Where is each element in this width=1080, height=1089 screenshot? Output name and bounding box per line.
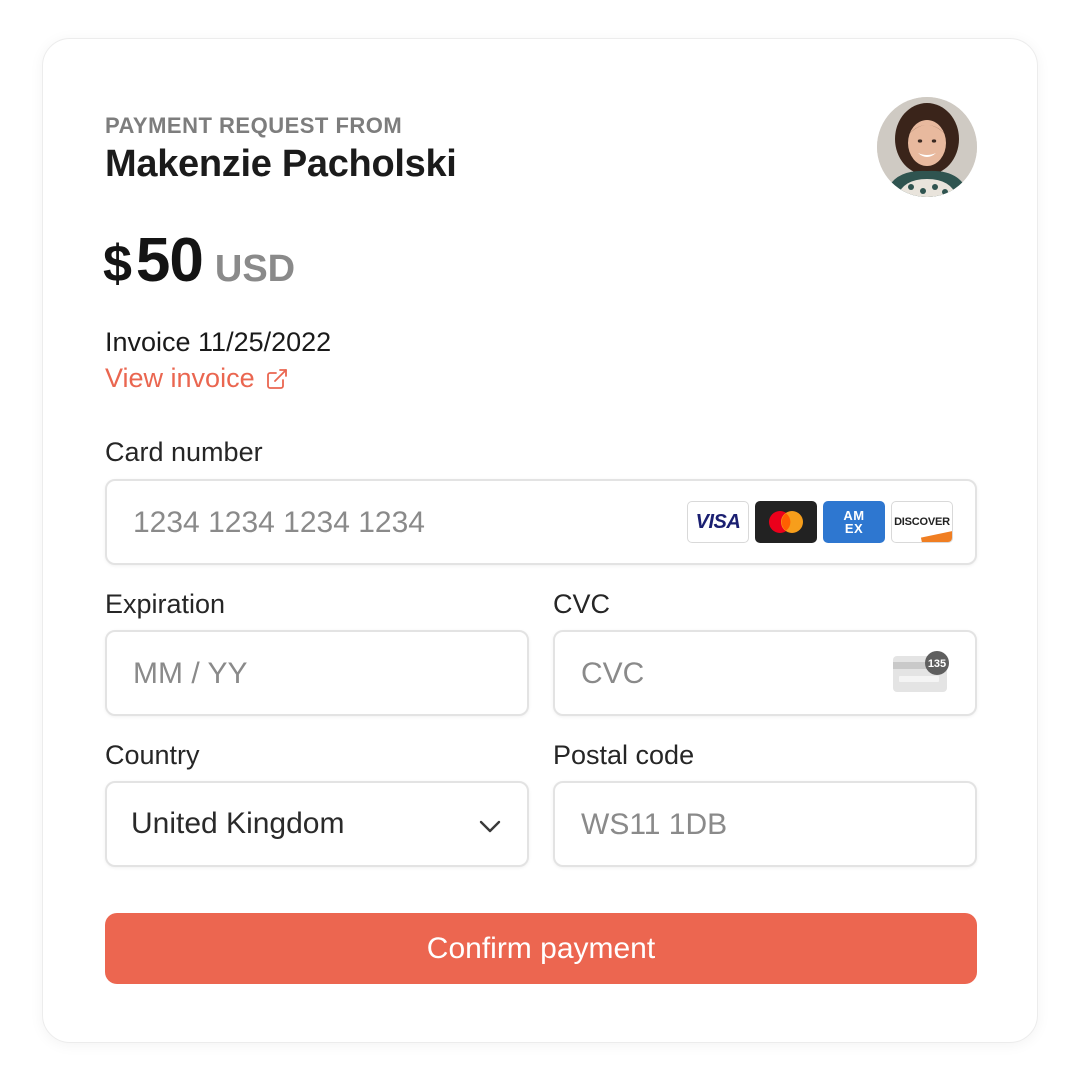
card-number-label: Card number [105, 437, 263, 467]
card-number-input[interactable] [131, 481, 743, 565]
amex-icon: AM EX [823, 501, 885, 543]
currency-symbol: $ [103, 235, 132, 293]
external-link-icon [266, 368, 287, 389]
expiration-label: Expiration [105, 589, 226, 619]
postal-code-input[interactable] [579, 783, 877, 867]
card-number-field: VISA AMEX DISCOVER [105, 479, 977, 565]
mastercard-icon [755, 501, 817, 543]
cvc-input[interactable] [579, 632, 877, 716]
country-selected-value: United Kingdom [131, 807, 345, 840]
amount-value: 50 [135, 226, 204, 295]
expiration-field [105, 630, 529, 716]
payment-amount: $ 50 USD [103, 225, 295, 296]
visa-icon: VISA [687, 501, 749, 543]
postal-code-field [553, 781, 977, 867]
cvc-label: CVC [553, 589, 611, 619]
confirm-payment-button[interactable]: Confirm payment [105, 913, 977, 984]
request-from-label: PAYMENT REQUEST FROM [105, 113, 403, 138]
avatar [877, 97, 977, 197]
cvc-field: 135 [553, 630, 977, 716]
payer-name: Makenzie Pacholski [105, 143, 457, 185]
chevron-down-icon [479, 820, 501, 833]
card-brand-logos: VISA AM EX DISCOVER [687, 501, 953, 543]
view-invoice-label: View invoice [105, 363, 255, 393]
country-label: Country [105, 740, 200, 770]
currency-code: USD [214, 248, 296, 290]
invoice-title: Invoice 11/25/2022 [105, 327, 332, 357]
country-select[interactable]: United Kingdom [105, 781, 529, 867]
payment-card: PAYMENT REQUEST FROM Makenzie Pacholski … [42, 38, 1038, 1043]
cvc-card-icon: 135 [893, 651, 949, 692]
expiration-input[interactable] [131, 632, 429, 716]
postal-code-label: Postal code [553, 740, 695, 770]
view-invoice-link[interactable]: View invoice [105, 363, 289, 394]
svg-text:135: 135 [928, 658, 946, 670]
discover-icon: DISCOVER [891, 501, 953, 543]
